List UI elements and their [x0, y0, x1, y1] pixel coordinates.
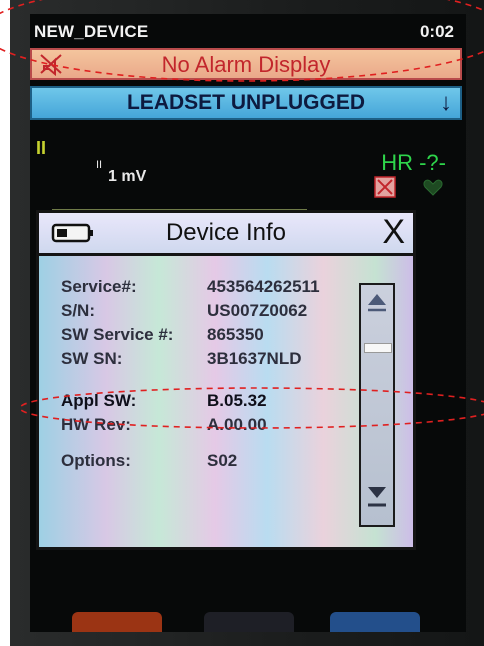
- leadset-status-bar[interactable]: LEADSET UNPLUGGED ↓: [30, 86, 462, 120]
- scroll-down-icon[interactable]: [366, 483, 388, 513]
- heart-icon: [423, 179, 443, 196]
- info-value: B.05.32: [207, 391, 267, 410]
- info-value: US007Z0062: [207, 301, 308, 320]
- info-row-sw-service: SW Service #: 865350: [61, 325, 353, 349]
- info-row-hw-rev: HW Rev: A.00.00: [61, 415, 353, 439]
- down-arrow-icon: ↓: [440, 89, 452, 116]
- info-row-serial-number: S/N: US007Z0062: [61, 301, 353, 325]
- status-bar: NEW_DEVICE 0:02: [34, 20, 462, 44]
- lead-sublabel: II: [96, 159, 103, 171]
- info-row-sw-sn: SW SN: 3B1637NLD: [61, 349, 353, 373]
- info-key: Appl SW:: [61, 391, 137, 410]
- info-key: HW Rev:: [61, 415, 131, 434]
- monitor-screen: NEW_DEVICE 0:02 No Alarm Display LEADSET…: [30, 14, 466, 632]
- info-value: S02: [207, 451, 238, 470]
- softkey-middle[interactable]: [204, 612, 294, 632]
- info-value: A.00.00: [207, 415, 267, 434]
- info-row-options: Options: S02: [61, 451, 353, 475]
- softkey-left[interactable]: [72, 612, 162, 632]
- info-key: SW SN:: [61, 349, 123, 368]
- device-body: NEW_DEVICE 0:02 No Alarm Display LEADSET…: [10, 0, 484, 646]
- alarm-off-icon: [374, 176, 396, 198]
- device-name: NEW_DEVICE: [34, 22, 149, 41]
- device-info-dialog: Device Info X Service#: 453564262511 S/N…: [36, 210, 416, 550]
- alarm-status-text: No Alarm Display: [161, 52, 331, 77]
- lead-label: II: [36, 138, 47, 158]
- info-row-appl-sw: Appl SW: B.05.32: [61, 391, 353, 415]
- scroll-thumb[interactable]: [364, 343, 392, 353]
- close-button[interactable]: X: [382, 213, 405, 252]
- info-value: 453564262511: [207, 277, 320, 296]
- softkey-right[interactable]: [330, 612, 420, 632]
- info-key: Options:: [61, 451, 131, 470]
- ecg-scale-label: 1 mV: [108, 168, 147, 185]
- leadset-status-text: LEADSET UNPLUGGED: [126, 91, 365, 114]
- alarm-status-bar[interactable]: No Alarm Display: [30, 48, 462, 80]
- info-key: S/N:: [61, 301, 95, 320]
- dialog-title: Device Info: [165, 219, 287, 246]
- info-value: 3B1637NLD: [207, 349, 302, 368]
- dialog-header: Device Info X: [39, 213, 413, 256]
- heart-rate-label: HR -?-: [381, 150, 446, 175]
- scrollbar[interactable]: [359, 283, 395, 527]
- info-key: Service#:: [61, 277, 137, 296]
- info-value: 865350: [207, 325, 264, 344]
- clock: 0:02: [419, 22, 454, 41]
- scroll-up-icon[interactable]: [366, 291, 388, 315]
- info-row-service-number: Service#: 453564262511: [61, 277, 353, 301]
- info-key: SW Service #:: [61, 325, 174, 344]
